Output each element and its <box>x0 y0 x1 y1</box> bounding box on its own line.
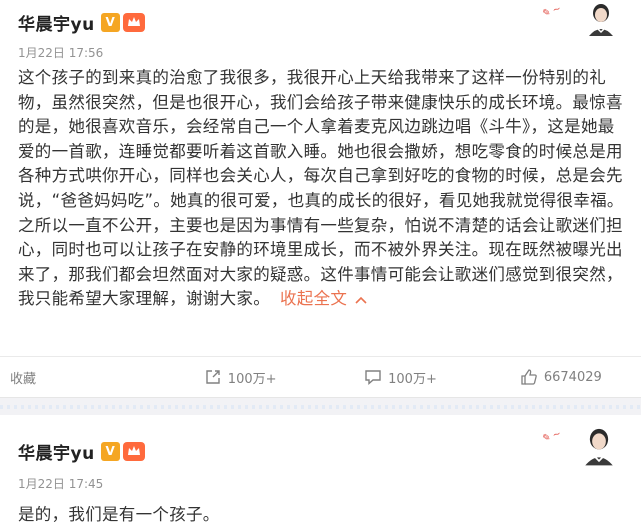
post-body: 是的，我们是有一个孩子。 <box>18 505 220 524</box>
post-body: 这个孩子的到来真的治愈了我很多，我很开心上天给我带来了这样一份特别的礼物，虽然很… <box>18 68 624 309</box>
chevron-up-icon <box>355 288 367 313</box>
verified-badge-icon: V <box>100 441 120 461</box>
repost-count: 100万+ <box>227 371 277 387</box>
verified-badge-icon: V <box>100 12 120 32</box>
comment-icon <box>365 370 381 386</box>
post-divider <box>0 397 641 415</box>
post-time[interactable]: 1月22日 17:56 <box>18 44 103 61</box>
signature-icon: ✎ ~ <box>540 428 563 445</box>
post-header: 华晨宇yu V <box>18 8 145 36</box>
favorite-button[interactable]: 收藏 <box>0 368 160 387</box>
repost-button[interactable]: 100万+ <box>160 368 320 387</box>
share-icon <box>206 370 220 384</box>
avatar-portrait-icon <box>589 4 613 36</box>
author-name[interactable]: 华晨宇yu <box>18 10 95 35</box>
author-name[interactable]: 华晨宇yu <box>18 439 95 464</box>
avatar-portrait-icon <box>585 428 613 466</box>
weibo-post: 华晨宇yu V ✎ ~ 1月22日 17:45 是的，我们是有一个孩子。 <box>0 415 641 531</box>
like-count: 6674029 <box>543 369 602 385</box>
comment-count: 100万+ <box>388 371 437 387</box>
post-text: 这个孩子的到来真的治愈了我很多，我很开心上天给我带来了这样一份特别的礼物，虽然很… <box>18 66 630 313</box>
thumb-up-icon <box>521 369 537 385</box>
post-time[interactable]: 1月22日 17:45 <box>18 475 103 492</box>
divider-pattern <box>0 405 641 409</box>
like-button[interactable]: 6674029 <box>481 368 641 386</box>
avatar[interactable]: ✎ ~ <box>537 419 627 469</box>
favorite-label: 收藏 <box>10 371 37 387</box>
comment-button[interactable]: 100万+ <box>320 368 480 387</box>
weibo-feed: 华晨宇yu V ✎ ~ 1月22日 17:56 这个孩子的到来真的治愈了我很多，… <box>0 0 641 531</box>
collapse-label: 收起全文 <box>280 289 348 309</box>
weibo-post: 华晨宇yu V ✎ ~ 1月22日 17:56 这个孩子的到来真的治愈了我很多，… <box>0 0 641 397</box>
action-bar: 收藏 100万+ 100万+ 6674029 <box>0 356 641 397</box>
crown-icon <box>122 441 145 461</box>
avatar[interactable]: ✎ ~ <box>537 0 627 36</box>
crown-icon <box>122 12 145 32</box>
collapse-link[interactable]: 收起全文 <box>280 289 367 308</box>
post-header: 华晨宇yu V <box>18 437 145 465</box>
signature-icon: ✎ ~ <box>540 3 563 20</box>
